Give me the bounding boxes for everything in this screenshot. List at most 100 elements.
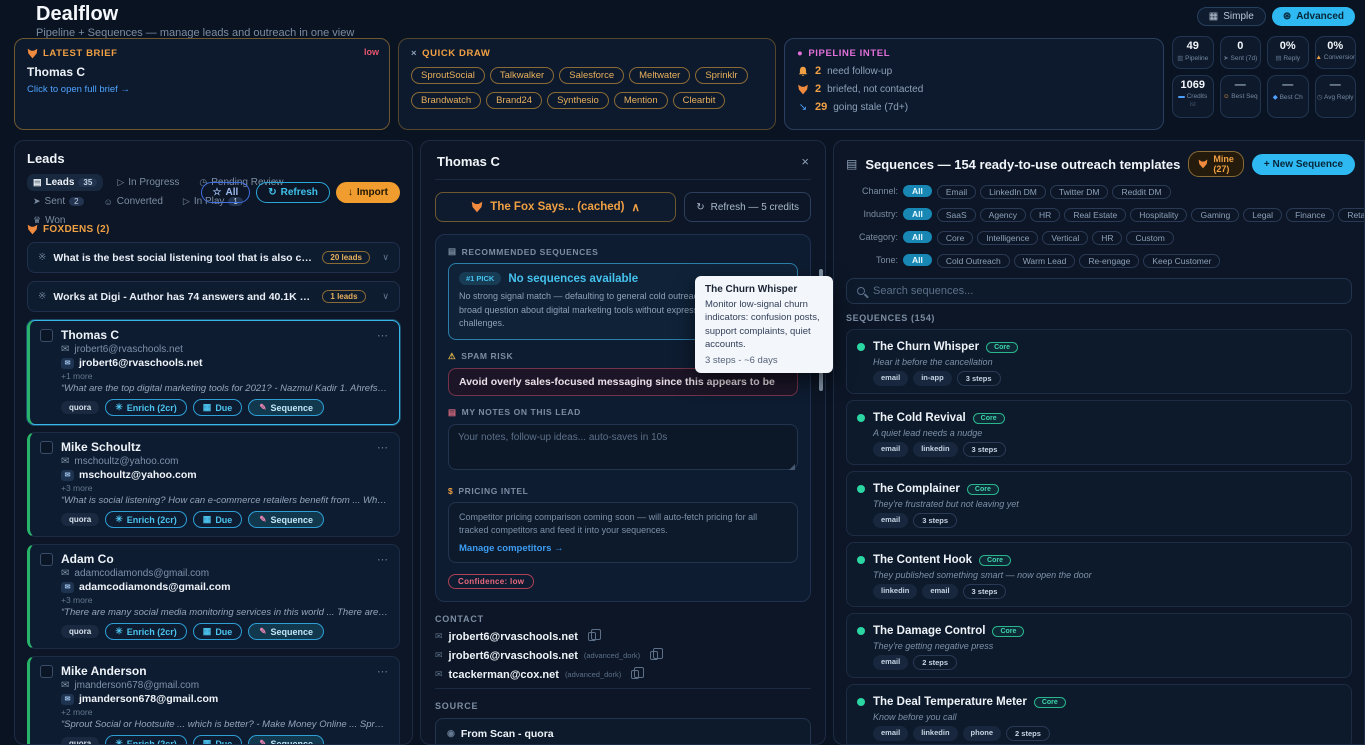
quick-draw-chip[interactable]: Clearbit <box>673 92 726 109</box>
sequence-row[interactable]: The Content HookCore They published some… <box>846 542 1352 607</box>
enrich-button[interactable]: ✳Enrich (2cr) <box>105 735 187 745</box>
copy-icon[interactable] <box>631 670 639 679</box>
quick-draw-chip[interactable]: Talkwalker <box>490 67 554 84</box>
tab-in-progress[interactable]: ▷ In Progress <box>111 174 185 191</box>
tab-sent[interactable]: ➤ Sent 2 <box>27 193 90 210</box>
sequence-button[interactable]: ✎Sequence <box>248 735 324 745</box>
filter-chip[interactable]: Warm Lead <box>1014 254 1076 268</box>
lead-checkbox[interactable] <box>40 441 53 454</box>
lead-menu-button[interactable]: ⋯ <box>377 665 389 678</box>
foxden-row[interactable]: ※ What is the best social listening tool… <box>27 242 400 273</box>
import-button[interactable]: ↓ Import <box>336 182 400 203</box>
lead-card[interactable]: Thomas C ⋯ ✉jrobert6@rvaschools.net ✉jro… <box>27 320 400 425</box>
filter-chip[interactable]: LinkedIn DM <box>980 185 1046 199</box>
more-emails[interactable]: +3 more <box>61 595 389 605</box>
filter-chip[interactable]: Keep Customer <box>1143 254 1220 268</box>
sequence-row[interactable]: The ComplainerCore They're frustrated bu… <box>846 471 1352 536</box>
filter-chip[interactable]: Intelligence <box>977 231 1038 245</box>
filter-chip[interactable]: Hospitality <box>1130 208 1187 222</box>
due-button[interactable]: ▦Due <box>193 735 243 745</box>
filter-chip[interactable]: Cold Outreach <box>937 254 1010 268</box>
enrich-button[interactable]: ✳Enrich (2cr) <box>105 399 187 416</box>
filter-chip[interactable]: Gaming <box>1191 208 1239 222</box>
filter-chip[interactable]: HR <box>1092 231 1122 245</box>
simple-mode-button[interactable]: ▦ Simple <box>1197 7 1266 26</box>
sequence-row[interactable]: The Damage ControlCore They're getting n… <box>846 613 1352 678</box>
latest-brief-card[interactable]: LATEST BRIEF low Thomas C Click to open … <box>14 38 390 130</box>
refresh-leads-button[interactable]: ↻ Refresh <box>256 182 330 203</box>
filter-chip-all[interactable]: All <box>903 185 932 197</box>
tab-won[interactable]: ♛ Won <box>27 212 71 229</box>
quick-draw-chip[interactable]: SproutSocial <box>411 67 485 84</box>
lead-checkbox[interactable] <box>40 553 53 566</box>
filter-chip[interactable]: Real Estate <box>1064 208 1126 222</box>
filter-chip[interactable]: Vertical <box>1042 231 1088 245</box>
copy-icon[interactable] <box>650 651 658 660</box>
fox-says-button[interactable]: The Fox Says... (cached) ∧ <box>435 192 676 222</box>
lead-menu-button[interactable]: ⋯ <box>377 329 389 342</box>
more-emails[interactable]: +3 more <box>61 483 389 493</box>
quick-draw-chip[interactable]: Mention <box>614 92 668 109</box>
filter-chip[interactable]: Reddit DM <box>1112 185 1170 199</box>
filter-chip[interactable]: Custom <box>1126 231 1173 245</box>
filter-chip[interactable]: Retail <box>1338 208 1365 222</box>
enrich-button[interactable]: ✳Enrich (2cr) <box>105 623 187 640</box>
due-button[interactable]: ▦Due <box>193 623 243 640</box>
lead-menu-button[interactable]: ⋯ <box>377 441 389 454</box>
chevron-down-icon[interactable]: ∨ <box>382 252 389 263</box>
sequence-row[interactable]: The Cold RevivalCore A quiet lead needs … <box>846 400 1352 465</box>
quick-draw-chip[interactable]: Synthesio <box>547 92 609 109</box>
filter-chip-all[interactable]: All <box>903 231 932 243</box>
filter-chip[interactable]: Finance <box>1286 208 1334 222</box>
enrich-button[interactable]: ✳Enrich (2cr) <box>105 511 187 528</box>
lead-checkbox[interactable] <box>40 665 53 678</box>
tab-leads[interactable]: ▤ Leads 35 <box>27 174 103 191</box>
tab-converted[interactable]: ☺ Converted <box>98 193 169 210</box>
lead-card[interactable]: Adam Co ⋯ ✉adamcodiamonds@gmail.com ✉ada… <box>27 544 400 649</box>
filter-chip[interactable]: Re-engage <box>1079 254 1139 268</box>
filter-chip[interactable]: SaaS <box>937 208 976 222</box>
open-brief-link[interactable]: Click to open full brief → <box>27 84 377 95</box>
bell-icon <box>797 66 809 77</box>
filter-chip[interactable]: Legal <box>1243 208 1282 222</box>
quick-draw-chip[interactable]: Sprinklr <box>695 67 747 84</box>
lead-checkbox[interactable] <box>40 329 53 342</box>
close-icon[interactable]: × <box>801 154 809 169</box>
chevron-down-icon[interactable]: ∨ <box>382 291 389 302</box>
advanced-mode-button[interactable]: ⊛ Advanced <box>1272 7 1355 26</box>
foxden-row[interactable]: ※ Works at Digi - Author has 74 answers … <box>27 281 400 312</box>
mine-filter-badge[interactable]: Mine (27) <box>1188 151 1244 177</box>
channel-tag: phone <box>963 726 1002 741</box>
all-filter-button[interactable]: ☆ All <box>201 182 251 203</box>
resize-handle[interactable] <box>789 464 795 470</box>
more-emails[interactable]: +1 more <box>61 371 389 381</box>
filter-chip-all[interactable]: All <box>903 208 932 220</box>
filter-chip[interactable]: Twitter DM <box>1050 185 1109 199</box>
copy-icon[interactable] <box>588 632 596 641</box>
sequence-row[interactable]: The Deal Temperature MeterCore Know befo… <box>846 684 1352 745</box>
new-sequence-button[interactable]: + New Sequence <box>1252 154 1355 175</box>
filter-chip-all[interactable]: All <box>903 254 932 266</box>
quick-draw-chip[interactable]: Brandwatch <box>411 92 481 109</box>
filter-chip[interactable]: Core <box>937 231 973 245</box>
lead-notes-input[interactable] <box>448 424 798 470</box>
lead-menu-button[interactable]: ⋯ <box>377 553 389 566</box>
more-emails[interactable]: +2 more <box>61 707 389 717</box>
refresh-analysis-button[interactable]: ↻ Refresh — 5 credits <box>684 192 811 222</box>
search-input[interactable] <box>873 285 1341 297</box>
manage-competitors-link[interactable]: Manage competitors → <box>459 543 787 554</box>
filter-chip[interactable]: HR <box>1030 208 1060 222</box>
due-button[interactable]: ▦Due <box>193 511 243 528</box>
sequence-row[interactable]: The Churn WhisperCore Hear it before the… <box>846 329 1352 394</box>
sequence-button[interactable]: ✎Sequence <box>248 399 324 416</box>
lead-card[interactable]: Mike Schoultz ⋯ ✉mschoultz@yahoo.com ✉ms… <box>27 432 400 537</box>
filter-chip[interactable]: Agency <box>980 208 1026 222</box>
sequence-button[interactable]: ✎Sequence <box>248 511 324 528</box>
filter-chip[interactable]: Email <box>937 185 976 199</box>
sequence-button[interactable]: ✎Sequence <box>248 623 324 640</box>
quick-draw-chip[interactable]: Brand24 <box>486 92 542 109</box>
due-button[interactable]: ▦Due <box>193 399 243 416</box>
lead-card[interactable]: Mike Anderson ⋯ ✉jmanderson678@gmail.com… <box>27 656 400 745</box>
quick-draw-chip[interactable]: Meltwater <box>629 67 690 84</box>
quick-draw-chip[interactable]: Salesforce <box>559 67 624 84</box>
